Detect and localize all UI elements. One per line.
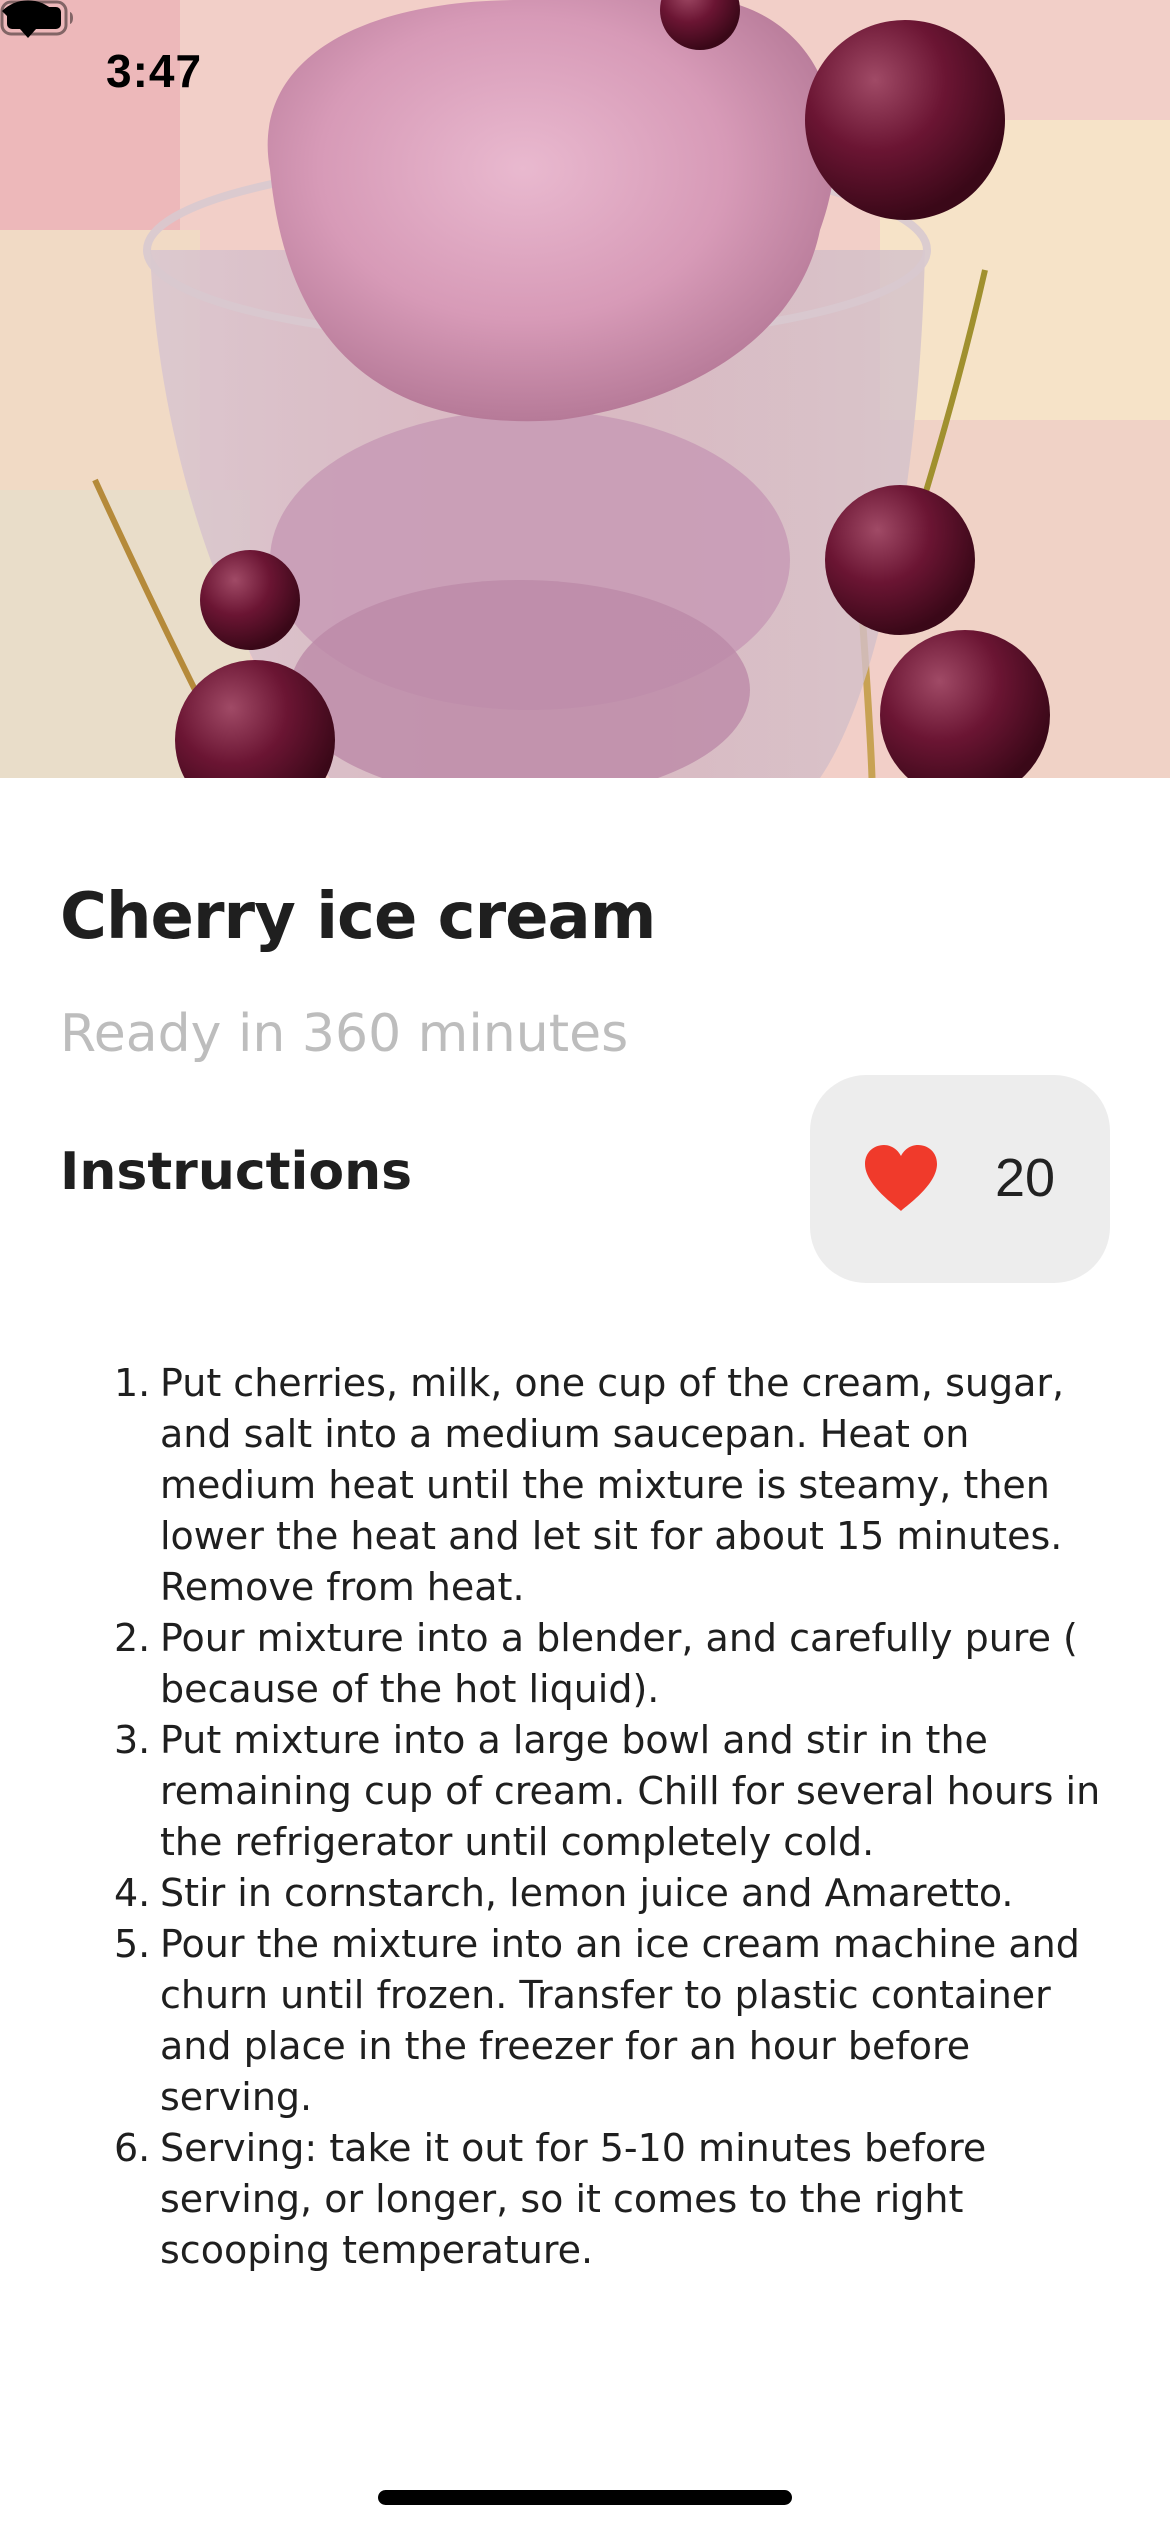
instruction-step: 6. Serving: take it out for 5-10 minutes… xyxy=(110,2123,1120,2276)
like-count: 20 xyxy=(995,1148,1056,1208)
step-text: Put mixture into a large bowl and stir i… xyxy=(160,1718,1101,1864)
step-number: 6. xyxy=(114,2126,151,2170)
instruction-step: 5. Pour the mixture into an ice cream ma… xyxy=(110,1919,1120,2123)
ready-time: Ready in 360 minutes xyxy=(60,1004,629,1064)
step-number: 2. xyxy=(114,1616,151,1660)
heart-icon xyxy=(865,1145,937,1211)
step-text: Put cherries, milk, one cup of the cream… xyxy=(160,1361,1065,1609)
recipe-title: Cherry ice cream xyxy=(60,880,656,954)
instructions-heading: Instructions xyxy=(60,1142,413,1202)
status-bar: 3:47 xyxy=(0,0,1170,140)
step-text: Stir in cornstarch, lemon juice and Amar… xyxy=(160,1871,1014,1915)
step-number: 3. xyxy=(114,1718,151,1762)
step-number: 4. xyxy=(114,1871,151,1915)
instruction-step: 1. Put cherries, milk, one cup of the cr… xyxy=(110,1358,1120,1613)
instructions-list: 1. Put cherries, milk, one cup of the cr… xyxy=(110,1358,1120,2276)
battery-icon xyxy=(0,0,73,36)
instruction-step: 4. Stir in cornstarch, lemon juice and A… xyxy=(110,1868,1120,1919)
step-number: 1. xyxy=(114,1361,151,1405)
like-button[interactable]: 20 xyxy=(810,1075,1110,1283)
status-time: 3:47 xyxy=(106,45,203,97)
step-text: Serving: take it out for 5-10 minutes be… xyxy=(160,2126,987,2272)
step-number: 5. xyxy=(114,1922,151,1966)
home-indicator[interactable] xyxy=(378,2490,792,2505)
step-text: Pour the mixture into an ice cream machi… xyxy=(160,1922,1080,2119)
recipe-hero-image: 3:47 xyxy=(0,0,1170,778)
instruction-step: 2. Pour mixture into a blender, and care… xyxy=(110,1613,1120,1715)
instruction-step: 3. Put mixture into a large bowl and sti… xyxy=(110,1715,1120,1868)
step-text: Pour mixture into a blender, and careful… xyxy=(160,1616,1078,1711)
